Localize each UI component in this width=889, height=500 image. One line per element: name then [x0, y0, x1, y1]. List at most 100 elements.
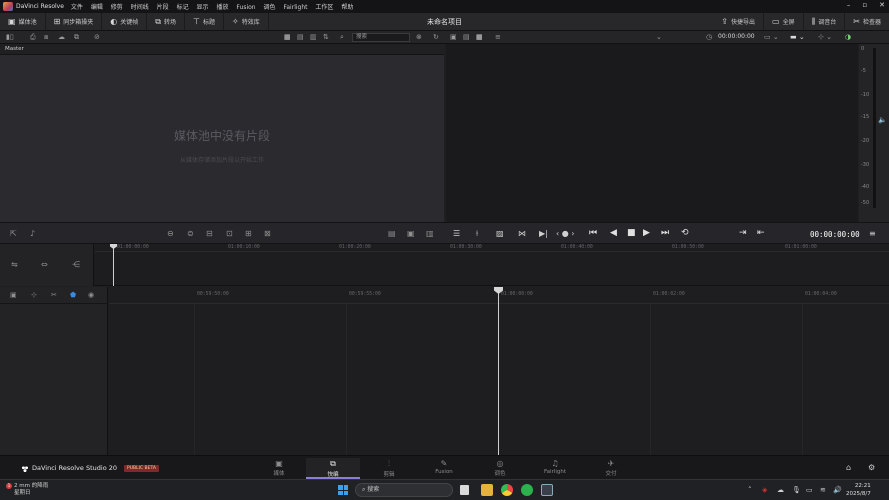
transitions-button[interactable]: ⧉ 转场 [147, 13, 186, 30]
blade-icon[interactable]: ⍿ [476, 229, 478, 239]
volume-icon[interactable]: 🔊 [833, 486, 842, 494]
source-tape-icon[interactable]: ▤ [463, 33, 470, 41]
prev-clip-icon[interactable]: ⇤ [757, 228, 765, 238]
tray-cloud-icon[interactable]: ☁ [777, 486, 784, 494]
tray-chevron-icon[interactable]: ˄ [748, 486, 752, 494]
microphone-icon[interactable]: 🎙 [792, 486, 801, 494]
source-clip-icon[interactable]: ▣ [450, 33, 457, 41]
track-height-icon[interactable]: ⇋ [11, 260, 18, 269]
menu-fusion[interactable]: Fusion [236, 4, 255, 11]
sync-icon[interactable]: ⧉ [74, 33, 79, 42]
go-to-end-icon[interactable]: ⏭ [661, 228, 669, 238]
quick-export-button[interactable]: ⇪ 快捷导出 [713, 13, 764, 30]
system-clock[interactable]: 22:21 2025/8/7 [846, 482, 871, 498]
tab-color[interactable]: ◎ 调色 [473, 458, 527, 479]
effects-button[interactable]: ✧ 特效库 [224, 13, 269, 30]
speaker-icon[interactable]: 🔈 [878, 116, 887, 124]
lower-timeline[interactable]: ▣ ⊹ ✂ ⬟ ◉ 00:59:50:00 00:59:55:00 01:00:… [0, 287, 889, 455]
smart-insert-icon[interactable]: ⊖ [167, 229, 174, 238]
tab-fairlight[interactable]: ♫ Fairlight [528, 458, 582, 479]
titles-button[interactable]: ⊤ 标题 [185, 13, 225, 30]
menu-trim[interactable]: 修剪 [111, 4, 123, 11]
tab-deliver[interactable]: ✈ 交付 [584, 458, 638, 479]
media-pool-panel[interactable]: 媒体池中没有片段 从媒体存储添加片段以开始工作 [0, 55, 444, 222]
tab-media[interactable]: ▣ 媒体 [252, 458, 306, 479]
thumb-view-icon[interactable]: ▥ [310, 33, 317, 41]
track-view-icon[interactable]: ▣ [10, 291, 17, 299]
menu-color[interactable]: 调色 [264, 4, 276, 11]
windows-start-icon[interactable] [338, 485, 348, 495]
loop-icon[interactable]: ⟲ [681, 228, 689, 238]
gear-icon[interactable]: ⚙ [868, 463, 875, 472]
tab-edit[interactable]: ⫶ 剪辑 [362, 458, 416, 479]
list-view-icon[interactable]: ▤ [297, 33, 304, 41]
play-reverse-icon[interactable]: ◀ [610, 228, 617, 238]
menu-fairlight[interactable]: Fairlight [283, 4, 307, 11]
menu-playback[interactable]: 播放 [216, 4, 228, 11]
go-to-start-icon[interactable]: ⏮ [589, 228, 597, 238]
transition-tool-icon[interactable]: ▨ [496, 229, 504, 238]
bin-name[interactable]: Master [5, 46, 24, 52]
upper-playhead[interactable] [113, 244, 114, 286]
sort-icon[interactable]: ⇅ [323, 33, 329, 41]
menu-clip[interactable]: 片段 [157, 4, 169, 11]
snap-icon[interactable]: ⋲ [72, 260, 80, 269]
sync-bin-button[interactable]: ⊞ 同步箱操夹 [46, 13, 103, 30]
display-icon[interactable]: ▬ ⌄ [790, 33, 805, 41]
aspect-icon[interactable]: ▭ ⌄ [764, 33, 779, 41]
search-input[interactable]: 搜索 [352, 33, 410, 42]
maximize-icon[interactable]: ▫ [862, 1, 867, 9]
close-up-icon[interactable]: ⊡ [226, 229, 233, 238]
file-explorer-icon[interactable] [481, 484, 493, 496]
refresh-icon[interactable]: ↻ [433, 33, 439, 41]
next-clip-icon[interactable]: ⇥ [739, 228, 747, 238]
cut-icon[interactable]: ✂ [51, 291, 57, 299]
upper-timeline-ruler[interactable]: 01:00:00:00 01:00:10:00 01:00:20:00 01:0… [95, 244, 889, 252]
fullscreen-button[interactable]: ▭ 全屏 [764, 13, 804, 30]
audio-solo-icon[interactable]: ◑ [845, 33, 851, 41]
tab-cut[interactable]: ⧉ 快编 [306, 458, 360, 479]
home-icon[interactable]: ⌂ [846, 463, 851, 472]
timeline-view-icon[interactable]: ▦ [476, 33, 483, 41]
menu-timeline[interactable]: 时间线 [131, 4, 149, 11]
dissolve-icon[interactable]: ⋈ [518, 229, 526, 238]
media-pool-button[interactable]: ▣ 媒体池 [0, 13, 46, 30]
grid-view-icon[interactable]: ▦ [284, 33, 291, 41]
eye-icon[interactable]: ◉ [88, 291, 94, 299]
import-media-icon[interactable]: ⎙ [30, 33, 36, 42]
viewer-options-icon[interactable]: ≡ [495, 33, 501, 41]
tray-app-icon[interactable]: ◈ [762, 486, 767, 494]
jog-shuttle-icon[interactable]: ‹ ● › [556, 229, 574, 238]
panel-toggle-icon[interactable]: ▮▯ [6, 33, 14, 41]
audio-wave-icon[interactable]: ▥ [426, 229, 434, 238]
wifi-icon[interactable]: ≋ [820, 486, 826, 494]
source-overwrite-icon[interactable]: ⊠ [264, 229, 271, 238]
taskbar-search[interactable]: ⌕ 搜索 [355, 483, 453, 497]
menu-workspace[interactable]: 工作区 [315, 4, 333, 11]
settings-sliders-icon[interactable]: ☰ [453, 229, 460, 238]
shield-icon[interactable]: ⬟ [70, 291, 76, 299]
import-folder-icon[interactable]: ⧈ [44, 33, 48, 42]
close-icon[interactable]: ✕ [879, 1, 885, 9]
inspector-button[interactable]: ✂ 检查器 [845, 13, 889, 30]
smooth-cut-icon[interactable]: ▶| [539, 229, 548, 238]
minimize-icon[interactable]: – [847, 1, 851, 9]
menu-view[interactable]: 显示 [197, 4, 209, 11]
menu-mark[interactable]: 标记 [177, 4, 189, 11]
dropdown-chevron-icon[interactable]: ⌄ [656, 33, 662, 41]
tab-fusion[interactable]: ✎ Fusion [417, 458, 471, 479]
mixer-button[interactable]: ⫼ 调音台 [804, 13, 846, 30]
zoom-icon[interactable]: ⇔ [41, 260, 48, 269]
wechat-icon[interactable] [521, 484, 533, 496]
network-icon[interactable]: ▭ [806, 486, 813, 494]
audio-track-icon[interactable]: ⊹ [31, 291, 37, 299]
cloud-icon[interactable]: ☁ [58, 33, 65, 41]
menu-help[interactable]: 帮助 [341, 4, 353, 11]
safe-area-icon[interactable]: ▤ [388, 229, 396, 238]
upper-timeline[interactable]: ⇋ ⇔ ⋲ 01:00:00:00 01:00:10:00 01:00:20:0… [0, 244, 889, 286]
lower-playhead[interactable] [498, 287, 499, 455]
menu-file[interactable]: 文件 [71, 4, 83, 11]
audio-import-icon[interactable]: ♪ [30, 229, 35, 238]
place-on-top-icon[interactable]: ⊞ [245, 229, 252, 238]
resolve-taskbar-icon[interactable] [541, 484, 553, 496]
